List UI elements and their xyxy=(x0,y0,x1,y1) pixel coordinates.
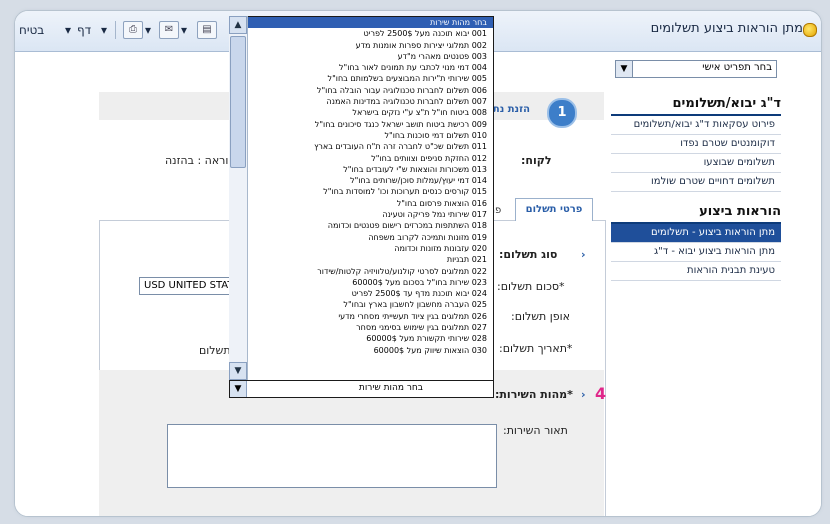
customer-label: לקוח: xyxy=(521,154,552,167)
chevron-down-icon[interactable]: ▾ xyxy=(65,23,71,37)
sidebar-item[interactable]: תשלומים דחויים שטרם שולמו xyxy=(611,173,781,192)
service-description-label: תאור השירות: xyxy=(503,424,568,437)
dropdown-option[interactable]: 017 שירותי נמל פריקה וטעינה xyxy=(248,209,493,220)
mail-icon[interactable]: ✉ xyxy=(159,21,179,39)
service-nature-select-value: בחר מהות שירות xyxy=(358,383,423,393)
chevron-left-icon: › xyxy=(581,388,586,401)
instruction-status: הוראה : בהזנה xyxy=(165,154,236,167)
sidebar-item[interactable]: טעינת תבנית הוראות xyxy=(611,262,781,281)
service-nature-select[interactable]: בחר מהות שירות ▼ xyxy=(229,380,494,398)
sidebar-item[interactable]: דוקומנטים שטרם נפדו xyxy=(611,135,781,154)
dropdown-option[interactable]: 001 יבוא תוכנה מעל 2500$ לפריט xyxy=(248,28,493,39)
dropdown-option[interactable]: 007 תשלום לחברות טכנולוגיה במדינות האמנה xyxy=(248,96,493,107)
scroll-up-icon[interactable]: ▲ xyxy=(229,16,247,34)
dropdown-option[interactable]: 008 ביטוח חו"ל ת"צ ע"י נזקים בישראל xyxy=(248,107,493,118)
dropdown-scrollbar[interactable]: ▲ ▼ xyxy=(229,16,248,380)
scroll-down-icon[interactable]: ▼ xyxy=(229,362,247,380)
toolbar-separator xyxy=(115,21,116,39)
service-nature-label: *מהות השירות: xyxy=(495,388,573,401)
dropdown-option[interactable]: 024 יבוא תוכנת מדף עד 2500$ לפריט xyxy=(248,288,493,299)
feeds-icon[interactable]: ▤ xyxy=(197,21,217,39)
tab-payment-details[interactable]: פרטי תשלום xyxy=(515,198,593,221)
ie-page-icon xyxy=(803,23,817,37)
dropdown-option[interactable]: 015 קורסים כנסים תערוכות וכו' למוסדות בח… xyxy=(248,186,493,197)
dropdown-option[interactable]: 022 תמלוגים לסרטי קולנוע/טלוויזיה קלטות/… xyxy=(248,266,493,277)
dropdown-option[interactable]: 003 פטנטים מאהרי מ"דע xyxy=(248,51,493,62)
chevron-down-icon[interactable]: ▼ xyxy=(616,61,633,77)
service-description-textarea[interactable] xyxy=(167,424,497,488)
dropdown-option[interactable]: 014 דמי יעוץ/עמלות סוכן/שרותים בחו"ל xyxy=(248,175,493,186)
dropdown-option[interactable]: 020 עזבונות מזונות וכדומה xyxy=(248,243,493,254)
dropdown-option[interactable]: 006 תשלום לחברות טכנולוגיה עבור הובלה בח… xyxy=(248,85,493,96)
sidebar-section-title: ד"ג יבוא/תשלומים xyxy=(672,96,781,111)
dropdown-option[interactable]: 030 הוצאות שיווק מעל 60000$ xyxy=(248,345,493,356)
sidebar-section-title: הוראות ביצוע xyxy=(699,204,781,219)
step-callout-number: 4 xyxy=(595,384,607,403)
screenshot-frame: מתן הוראות ביצוע תשלומים בטיח ▾ דף ▾ ⎙ ▾… xyxy=(14,10,822,517)
dropdown-option[interactable]: 002 תמלוגי יצירות ספרות אומנות מדע xyxy=(248,40,493,51)
step-number-badge: 1 xyxy=(547,98,577,128)
personal-menu-select-value: בחר תפריט אישי xyxy=(702,62,772,73)
payment-amount-label: *סכום תשלום: xyxy=(497,280,565,293)
sidebar-item-active[interactable]: מתן הוראות ביצוע - תשלומים xyxy=(611,224,781,243)
chevron-down-icon[interactable]: ▾ xyxy=(145,23,151,37)
page-menu[interactable]: דף xyxy=(77,23,91,37)
dropdown-option[interactable]: 016 הוצאות פרסום בחו"ל xyxy=(248,198,493,209)
sidebar-item[interactable]: פירוט עסקאות ד"ג יבוא/תשלומים xyxy=(611,116,781,135)
service-nature-dropdown-list[interactable]: בחר מהות שירות 001 יבוא תוכנה מעל 2500$ ל… xyxy=(229,16,494,382)
dropdown-option[interactable]: 012 החזקת סניפים וצוותים בחו"ל xyxy=(248,153,493,164)
dropdown-option[interactable]: 027 תמלוגים בגין שימוש בסימני מסחר xyxy=(248,322,493,333)
chevron-down-icon[interactable]: ▾ xyxy=(181,23,187,37)
dropdown-option[interactable]: 010 תשלום דמי סוכנות בחו"ל xyxy=(248,130,493,141)
scroll-thumb[interactable] xyxy=(230,36,246,168)
dropdown-option[interactable]: 025 העברה מחשבון לחשבון בארץ ובחו"ל xyxy=(248,299,493,310)
dropdown-option[interactable]: 013 משכורות והוצאות ש"י לעובדים בחו"ל xyxy=(248,164,493,175)
sidebar-item[interactable]: מתן הוראות ביצוע יבוא - ד"ג xyxy=(611,243,781,262)
browser-tab-title[interactable]: מתן הוראות ביצוע תשלומים xyxy=(651,21,803,36)
dropdown-option[interactable]: 028 שירותי תקשורת מעל 60000$ xyxy=(248,333,493,344)
dropdown-option[interactable]: 005 שירותי ת"ירות המבוצעים בשלמותם בחו"ל xyxy=(248,73,493,84)
chevron-left-icon: › xyxy=(581,248,586,261)
sidebar-item[interactable]: תשלומים שבוצעו xyxy=(611,154,781,173)
safety-menu[interactable]: בטיח xyxy=(19,23,44,37)
dropdown-option[interactable]: 018 השתתפות במכרזים רישום פטנטים וכדומה xyxy=(248,220,493,231)
chevron-down-icon[interactable]: ▾ xyxy=(101,23,107,37)
dropdown-option[interactable]: 019 מזונות ותמיכה לקרוב משפחה xyxy=(248,232,493,243)
dropdown-option[interactable]: 023 שירות בחו"ל בסכום מעל 60000$ xyxy=(248,277,493,288)
dropdown-option[interactable]: 004 דמי מנוי לכתבי עת תמונים לאור בחו"ל xyxy=(248,62,493,73)
dropdown-option[interactable]: 009 רכישת ביטוח תושב ישראל כנגד סיכונים … xyxy=(248,119,493,130)
chevron-down-icon[interactable]: ▼ xyxy=(230,381,247,397)
payment-date-extra-label: תשלום xyxy=(199,344,231,357)
payment-date-label: *תאריך תשלום: xyxy=(499,342,573,355)
payment-method-label: אופן תשלום: xyxy=(511,310,570,323)
payment-type-label: סוג תשלום: xyxy=(499,248,558,261)
print-icon[interactable]: ⎙ xyxy=(123,21,143,39)
personal-menu-select[interactable]: בחר תפריט אישי ▼ xyxy=(615,60,777,78)
dropdown-option[interactable]: 026 תמלוגים בגין ציוד תעשייתי מסחרי מדעי xyxy=(248,311,493,322)
dropdown-option[interactable]: 011 תשלום שכ"ט לחברה זרה ת"ח העובדים באר… xyxy=(248,141,493,152)
dropdown-option[interactable]: 021 תבניות xyxy=(248,254,493,265)
dropdown-option[interactable]: בחר מהות שירות xyxy=(248,17,493,29)
